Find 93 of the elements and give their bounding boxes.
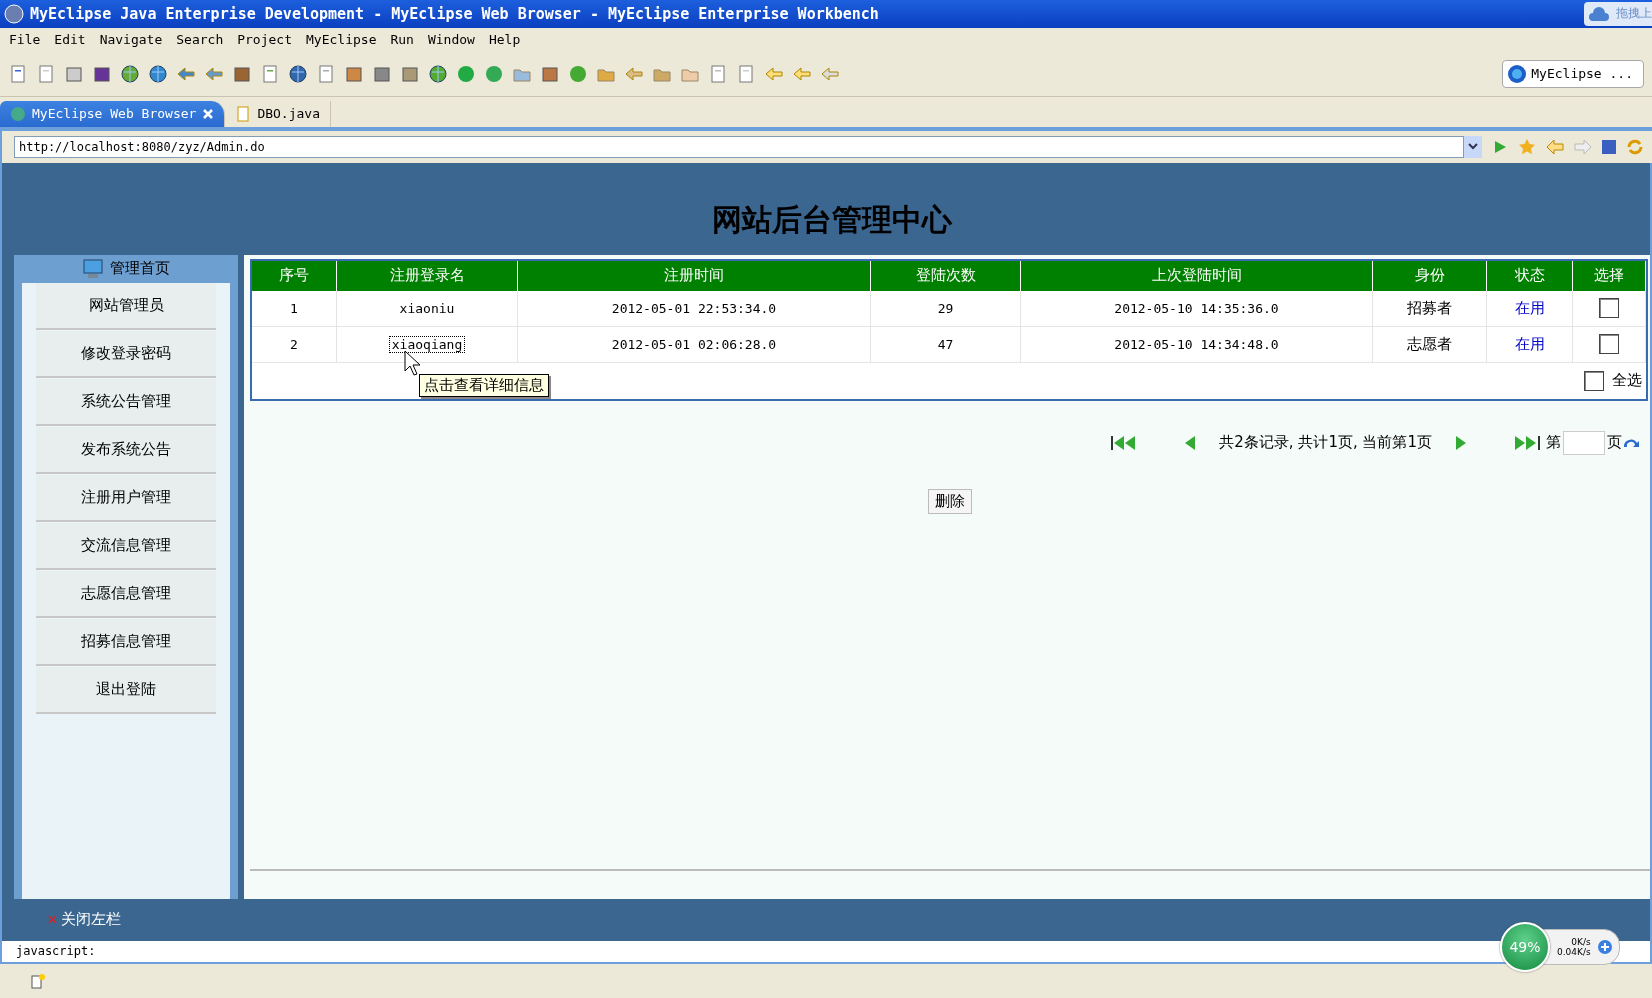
download-speed: 0.04K/s: [1557, 947, 1591, 957]
sidebar-header[interactable]: 管理首页: [110, 259, 170, 278]
status-link[interactable]: 在用: [1514, 334, 1545, 354]
sidebar-item[interactable]: 系统公告管理: [36, 378, 216, 426]
drag-text: 拖拽上: [1616, 5, 1652, 23]
username-link[interactable]: xiaoqiang: [389, 336, 465, 352]
close-icon: [48, 915, 57, 924]
globe-icon[interactable]: [120, 63, 140, 84]
last-page-icon[interactable]: [1514, 435, 1540, 450]
table-cell: 2012-05-10 14:34:48.0: [1021, 326, 1373, 363]
column-header: 注册时间: [518, 260, 871, 291]
menu-item[interactable]: Navigate: [92, 32, 170, 48]
sidebar-item[interactable]: 退出登陆: [36, 666, 216, 714]
editor-tab[interactable]: MyEclipse Web Browser: [0, 100, 226, 127]
window-title: MyEclipse Java Enterprise Development - MyEclipse Web Browser - MyEclipse Enterprise Workbench: [30, 4, 880, 23]
menu-item[interactable]: Project: [230, 32, 299, 48]
sidebar-item[interactable]: 修改登录密码: [36, 330, 216, 378]
back-icon[interactable]: [1546, 138, 1564, 155]
star-icon[interactable]: [1518, 137, 1536, 156]
forward-icon[interactable]: [1574, 138, 1592, 155]
column-header: 注册登录名: [337, 260, 518, 291]
table-cell: 1: [252, 290, 337, 327]
column-header: 上次登陆时间: [1021, 260, 1373, 291]
first-page-icon[interactable]: [1111, 435, 1138, 450]
sidebar-item[interactable]: 交流信息管理: [36, 522, 216, 570]
table-cell: 29: [871, 290, 1021, 327]
status-text: javascript:: [16, 944, 96, 959]
globe-icon[interactable]: [428, 63, 448, 84]
delete-button[interactable]: 删除: [928, 488, 972, 514]
sidebar-item[interactable]: 发布系统公告: [36, 426, 216, 474]
status-link[interactable]: 在用: [1514, 298, 1545, 318]
table-cell: 2012-05-01 22:53:34.0: [518, 290, 871, 327]
username-link[interactable]: xiaoniu: [397, 300, 457, 316]
cloud-icon: [1588, 5, 1610, 22]
table-cell: 47: [871, 326, 1021, 363]
page-prefix: 第: [1546, 433, 1561, 452]
select-all-label: 全选: [1612, 371, 1642, 390]
menu-item[interactable]: Window: [420, 32, 482, 48]
logo-icon: [1507, 63, 1528, 84]
globe-icon[interactable]: [288, 63, 308, 84]
close-sidebar-link[interactable]: 关闭左栏: [61, 910, 121, 929]
column-header: 序号: [252, 260, 337, 291]
page-summary: 共2条记录, 共计1页, 当前第1页: [1219, 433, 1432, 452]
page-suffix: 页: [1607, 433, 1622, 452]
sidebar-item[interactable]: 注册用户管理: [36, 474, 216, 522]
plus-icon[interactable]: [1596, 939, 1613, 955]
document-icon[interactable]: [260, 63, 280, 84]
sidebar-item[interactable]: 网站管理员: [36, 282, 216, 330]
menu-item[interactable]: Edit: [47, 32, 93, 48]
document-icon[interactable]: [316, 63, 336, 84]
column-header: 状态: [1487, 260, 1573, 291]
perspective-button[interactable]: MyEclipse ...: [1502, 59, 1644, 88]
page-title: 网站后台管理中心: [712, 200, 952, 239]
document-icon[interactable]: [36, 63, 56, 84]
document-icon[interactable]: [708, 63, 728, 84]
sidebar-item[interactable]: 招募信息管理: [36, 618, 216, 666]
table-cell: 招募者: [1373, 290, 1487, 327]
cursor-icon: [404, 350, 422, 376]
document-icon[interactable]: [736, 63, 756, 84]
url-field[interactable]: http://localhost:8080/zyz/Admin.do: [14, 135, 1464, 158]
column-header: 登陆次数: [871, 260, 1021, 291]
document-icon[interactable]: [8, 63, 28, 84]
column-header: 身份: [1373, 260, 1487, 291]
computer-icon: [82, 258, 104, 279]
table-cell: 2: [252, 326, 337, 363]
select-all-checkbox[interactable]: [1584, 370, 1604, 391]
page-input[interactable]: [1563, 430, 1605, 455]
tooltip: 点击查看详细信息: [419, 374, 549, 397]
menu-item[interactable]: Run: [383, 32, 421, 48]
go-icon[interactable]: [1492, 138, 1508, 155]
previous-page-icon[interactable]: [1185, 435, 1196, 450]
sidebar-item[interactable]: 志愿信息管理: [36, 570, 216, 618]
app-icon: [4, 3, 24, 24]
table-cell: 2012-05-10 14:35:36.0: [1021, 290, 1373, 327]
java-file-icon: [235, 105, 252, 122]
row-checkbox[interactable]: [1599, 334, 1619, 354]
table-cell: 2012-05-01 02:06:28.0: [518, 326, 871, 363]
globe-icon[interactable]: [148, 63, 168, 84]
refresh-icon[interactable]: [1626, 137, 1644, 156]
column-header: 选择: [1573, 260, 1646, 291]
row-checkbox[interactable]: [1599, 298, 1619, 318]
menu-item[interactable]: Search: [169, 32, 231, 48]
dropdown-icon[interactable]: [1464, 135, 1482, 158]
menu-item[interactable]: File: [2, 32, 48, 48]
close-icon[interactable]: [202, 107, 215, 120]
upload-speed: 0K/s: [1571, 937, 1591, 947]
new-view-icon[interactable]: [30, 973, 46, 990]
next-page-icon[interactable]: [1456, 435, 1466, 450]
stop-icon[interactable]: [1602, 139, 1616, 154]
globe-icon: [10, 105, 26, 122]
menu-item[interactable]: MyEclipse: [299, 32, 384, 48]
menu-item[interactable]: Help: [481, 32, 528, 48]
table-cell: 志愿者: [1373, 326, 1487, 363]
